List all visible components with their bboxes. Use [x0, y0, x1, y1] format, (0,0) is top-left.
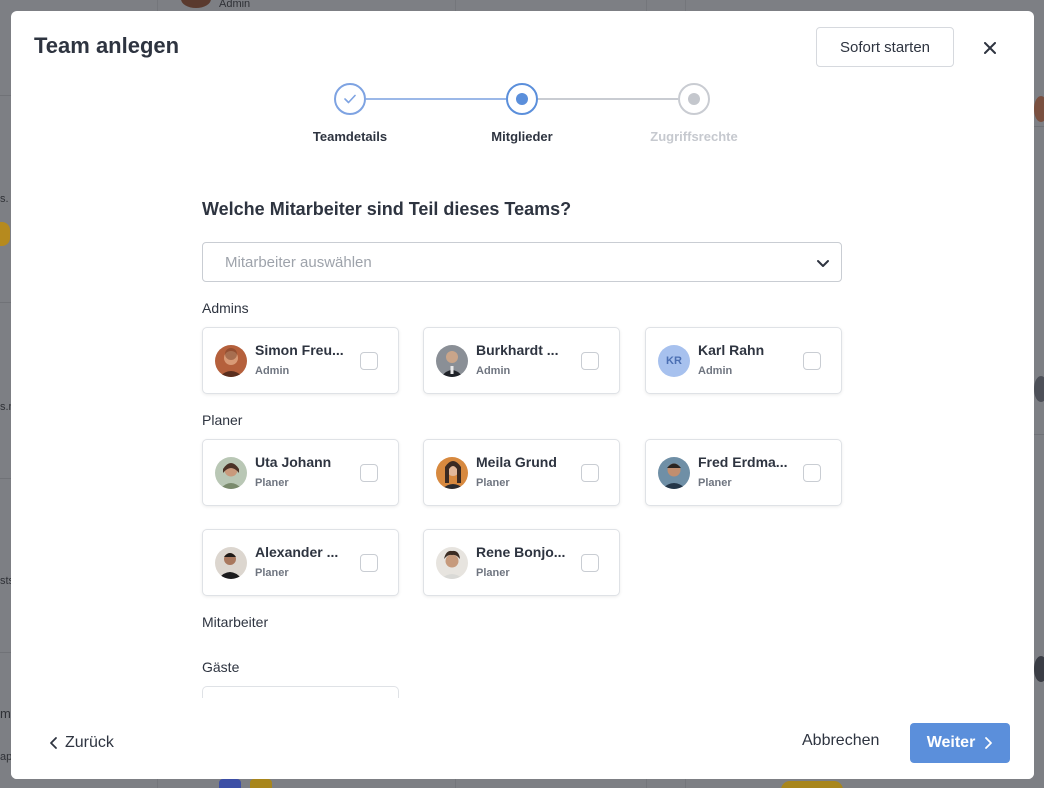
member-card[interactable]: Rene Bonjo... Planer [423, 529, 620, 596]
member-card[interactable]: Alexander ... Planer [202, 529, 399, 596]
member-checkbox[interactable] [803, 352, 821, 370]
avatar: KR [658, 345, 690, 377]
step-2-circle[interactable] [506, 83, 538, 115]
member-checkbox[interactable] [360, 464, 378, 482]
pending-step-dot [688, 93, 700, 105]
chevron-left-icon [50, 737, 57, 749]
active-step-dot [516, 93, 528, 105]
bg-avatar [1034, 376, 1044, 402]
bg-text: Admin [219, 0, 251, 10]
back-button[interactable]: Zurück [49, 732, 114, 754]
member-checkbox[interactable] [360, 352, 378, 370]
avatar [215, 345, 247, 377]
avatar [215, 547, 247, 579]
step-1-label: Teamdetails [312, 129, 388, 144]
bg-avatar [1034, 656, 1044, 682]
avatar [215, 457, 247, 489]
step-connector-pending [538, 98, 678, 100]
member-checkbox[interactable] [360, 554, 378, 572]
avatar [658, 457, 690, 489]
bg-badge [0, 222, 10, 246]
bg-badge [219, 779, 241, 788]
next-label: Weiter [926, 734, 976, 751]
step-2-label: Mitglieder [491, 129, 553, 144]
close-icon [984, 42, 996, 54]
avatar [436, 345, 468, 377]
bg-badge [250, 779, 272, 788]
member-role: Planer [255, 567, 289, 579]
employee-select[interactable]: Mitarbeiter auswählen [202, 242, 842, 282]
start-now-button[interactable]: Sofort starten [816, 27, 954, 67]
dialog-footer [11, 698, 1034, 779]
member-card[interactable]: KR Karl Rahn Admin [645, 327, 842, 394]
bg-text: m [0, 706, 11, 721]
member-checkbox[interactable] [581, 554, 599, 572]
member-card[interactable]: Simon Freu... Admin [202, 327, 399, 394]
step-connector-done [366, 98, 506, 100]
back-label: Zurück [65, 734, 114, 751]
member-name: Simon Freu... [255, 342, 344, 358]
member-checkbox[interactable] [803, 464, 821, 482]
member-role: Admin [698, 365, 733, 377]
member-role: Admin [255, 365, 290, 377]
member-role: Planer [698, 477, 732, 489]
member-name: Fred Erdma... [698, 454, 788, 470]
member-card[interactable]: Meila Grund Planer [423, 439, 620, 506]
group-label-planer: Planer [202, 412, 243, 428]
member-card[interactable]: Burkhardt ... Admin [423, 327, 620, 394]
step-indicator: Teamdetails Mitglieder Zugriffsrechte [11, 81, 1034, 161]
member-name: Rene Bonjo... [476, 544, 566, 560]
check-icon [344, 94, 356, 104]
cancel-button[interactable]: Abbrechen [802, 732, 879, 750]
bg-badge [781, 781, 843, 788]
member-name: Karl Rahn [698, 342, 765, 358]
members-question: Welche Mitarbeiter sind Teil dieses Team… [202, 199, 572, 219]
member-role: Admin [476, 365, 511, 377]
avatar [436, 457, 468, 489]
group-label-mitarbeiter: Mitarbeiter [202, 614, 269, 630]
bg-avatar [181, 0, 211, 8]
group-label-admins: Admins [202, 300, 249, 316]
member-role: Planer [255, 477, 289, 489]
next-button[interactable]: Weiter [910, 723, 1010, 763]
avatar [436, 547, 468, 579]
member-checkbox[interactable] [581, 464, 599, 482]
member-name: Alexander ... [255, 544, 339, 560]
group-label-gaeste: Gäste [202, 659, 240, 675]
chevron-down-icon [817, 260, 829, 267]
dialog-title: Team anlegen [34, 33, 180, 58]
step-1-circle[interactable] [334, 83, 366, 115]
step-3-label: Zugriffsrechte [650, 129, 738, 144]
member-name: Meila Grund [476, 454, 557, 470]
employee-select-placeholder: Mitarbeiter auswählen [225, 254, 372, 271]
member-card[interactable]: Uta Johann Planer [202, 439, 399, 506]
create-team-dialog: Team anlegen Sofort starten Teamdetails … [11, 11, 1034, 779]
member-role: Planer [476, 477, 510, 489]
chevron-right-icon [985, 737, 993, 749]
bg-text: s. [0, 193, 9, 205]
step-3-circle[interactable] [678, 83, 710, 115]
member-name: Burkhardt ... [476, 342, 559, 358]
member-role: Planer [476, 567, 510, 579]
bg-avatar [1034, 96, 1044, 122]
close-button[interactable] [978, 36, 1002, 60]
member-checkbox[interactable] [581, 352, 599, 370]
member-name: Uta Johann [255, 454, 332, 470]
member-card[interactable]: Fred Erdma... Planer [645, 439, 842, 506]
